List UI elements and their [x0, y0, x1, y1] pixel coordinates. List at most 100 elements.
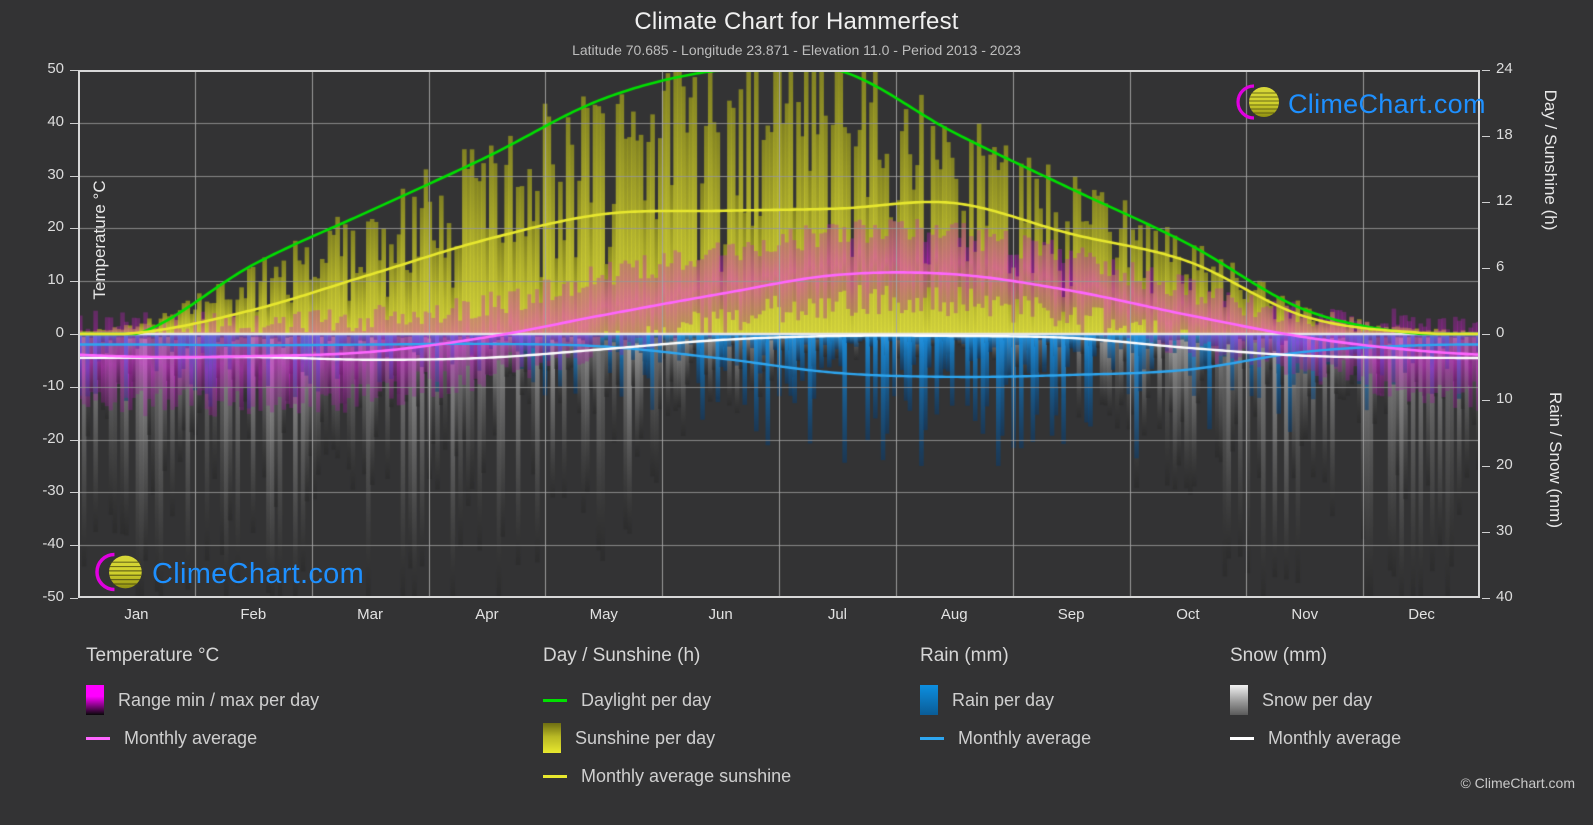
legend-label: Monthly average [124, 727, 258, 748]
y-tick-right-precip: 40 [1496, 588, 1513, 605]
tick-mark [1482, 598, 1490, 599]
temperature-average-line-icon [86, 736, 110, 740]
line-swatch-wrap [86, 736, 110, 740]
tick-mark [70, 386, 78, 388]
legend-group-temperature: Temperature °C Range min / max per day M… [86, 645, 319, 757]
y-tick-left: 50 [47, 60, 64, 77]
legend-heading-rain: Rain (mm) [920, 645, 1009, 666]
page-title: Climate Chart for Hammerfest [634, 8, 959, 35]
tick-mark [70, 281, 78, 283]
x-tick-may: May [589, 606, 618, 623]
y-tick-left: 10 [47, 271, 64, 289]
legend-item-temp-avg: Monthly average [86, 719, 319, 757]
y-tick-right-day: 12 [1496, 192, 1513, 209]
legend-group-daylight: Day / Sunshine (h) Daylight per day Suns… [543, 645, 791, 795]
legend-label: Snow per day [1262, 689, 1373, 710]
climate-chart-page: Climate Chart for Hammerfest Latitude 70… [0, 0, 1593, 825]
legend-label: Monthly average sunshine [581, 765, 792, 786]
legend-label: Monthly average [1268, 727, 1402, 748]
legend-item-sunshine-avg: Monthly average sunshine [543, 757, 791, 795]
x-tick-oct: Oct [1176, 606, 1200, 623]
legend-heading-daylight: Day / Sunshine (h) [543, 645, 701, 666]
line-swatch-wrap [920, 736, 944, 740]
y-tick-left: 0 [55, 324, 64, 341]
line-swatch-wrap [543, 774, 567, 778]
sunshine-swatch-icon [543, 723, 561, 753]
daylight-line-icon [543, 698, 567, 702]
y-tick-left: -30 [42, 482, 64, 500]
brand-logo-bottom: ClimeChart.com [90, 548, 364, 601]
tick-mark [70, 70, 78, 71]
x-tick-mar: Mar [357, 606, 383, 623]
y-tick-right-day: 6 [1496, 258, 1505, 275]
chart-legend: Temperature °C Range min / max per day M… [0, 645, 1593, 825]
y-tick-right-day: 18 [1496, 126, 1513, 143]
tick-mark [70, 439, 78, 441]
y-tick-left: -20 [42, 429, 64, 447]
legend-group-rain: Rain (mm) Rain per day Monthly average [920, 645, 1091, 757]
snow-average-line-icon [1230, 736, 1254, 740]
legend-item-sunshine: Sunshine per day [543, 719, 791, 757]
tick-mark [1482, 532, 1490, 533]
y-tick-left: 30 [47, 165, 64, 183]
legend-item-rain: Rain per day [920, 681, 1091, 719]
line-swatch-wrap [1230, 736, 1254, 740]
x-tick-jun: Jun [708, 606, 733, 623]
x-tick-dec: Dec [1408, 606, 1435, 623]
climechart-logo-icon [1232, 80, 1288, 129]
y-tick-left: 40 [47, 112, 64, 130]
tick-mark [70, 492, 78, 494]
tick-mark [70, 228, 78, 230]
x-tick-aug: Aug [940, 606, 968, 623]
chart-plot-area [78, 70, 1480, 598]
y-tick-right-precip: 10 [1496, 390, 1513, 407]
y-tick-left: -10 [42, 376, 64, 394]
legend-item-snow: Snow per day [1230, 681, 1401, 719]
page-subtitle: Latitude 70.685 - Longitude 23.871 - Ele… [572, 42, 1021, 58]
tick-mark [70, 598, 78, 599]
y-tick-right-precip: 30 [1496, 522, 1513, 539]
line-swatch-wrap [543, 698, 567, 702]
legend-heading-temperature: Temperature °C [86, 645, 220, 666]
brand-logo-top: ClimeChart.com [1232, 80, 1486, 129]
sunshine-average-line-icon [543, 774, 567, 778]
legend-label: Range min / max per day [118, 689, 320, 710]
tick-mark [1482, 136, 1490, 137]
y-tick-right-precip: 20 [1496, 456, 1513, 473]
y-tick-right-day: 0 [1496, 324, 1505, 341]
x-tick-apr: Apr [475, 606, 499, 623]
climechart-logo-icon [90, 548, 152, 601]
x-tick-feb: Feb [240, 606, 267, 623]
legend-label: Rain per day [952, 689, 1055, 710]
y-tick-right-day: 24 [1496, 60, 1513, 77]
tick-mark [70, 122, 78, 124]
legend-item-rain-avg: Monthly average [920, 719, 1091, 757]
legend-label: Sunshine per day [575, 727, 716, 748]
tick-mark [1482, 334, 1490, 335]
chart-canvas [78, 70, 1480, 598]
x-tick-jul: Jul [827, 606, 847, 623]
legend-heading-snow: Snow (mm) [1230, 645, 1328, 666]
y-axis-right-day-title: Day / Sunshine (h) [1541, 89, 1560, 231]
tick-mark [1482, 400, 1490, 401]
tick-mark [70, 334, 78, 335]
brand-name-top: ClimeChart.com [1288, 89, 1486, 119]
legend-label: Monthly average [958, 727, 1092, 748]
y-axis-left-title: Temperature °C [90, 180, 109, 300]
x-tick-sep: Sep [1057, 606, 1085, 623]
y-tick-left: -50 [42, 588, 64, 605]
y-tick-left: 20 [47, 218, 64, 236]
y-tick-left: -40 [42, 535, 64, 553]
legend-group-snow: Snow (mm) Snow per day Monthly average [1230, 645, 1401, 757]
rain-swatch-icon [920, 685, 938, 715]
x-tick-jan: Jan [124, 606, 149, 623]
x-tick-nov: Nov [1291, 606, 1319, 623]
tick-mark [1482, 466, 1490, 467]
legend-item-temp-range: Range min / max per day [86, 681, 319, 719]
snow-swatch-icon [1230, 685, 1248, 715]
tick-mark [1482, 202, 1490, 203]
rain-average-line-icon [920, 736, 944, 740]
legend-label: Daylight per day [581, 689, 712, 710]
tick-mark [70, 545, 78, 547]
tick-mark [1482, 70, 1490, 71]
